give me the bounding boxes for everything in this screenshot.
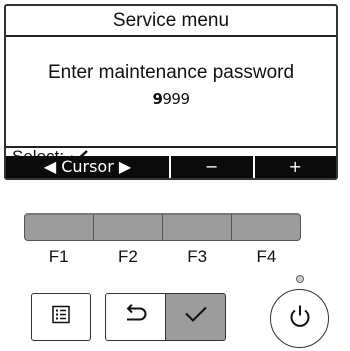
remote-controller: Service menu Enter maintenance password … (0, 0, 350, 351)
screen-title: Service menu (112, 10, 230, 31)
return-button[interactable] (105, 293, 166, 341)
check-icon (184, 306, 208, 329)
function-key-labels: F1 F2 F3 F4 (24, 247, 301, 267)
menu-button[interactable] (31, 293, 91, 341)
function-keys (24, 213, 301, 241)
softkey-bar: ◀ Cursor ▶ − + (6, 156, 336, 178)
confirm-button[interactable] (165, 293, 226, 341)
f3-label: F3 (187, 247, 208, 266)
softkey-minus: − (171, 156, 255, 178)
softkey-plus: + (288, 157, 302, 176)
title-divider (6, 35, 336, 37)
password-digits: 999 (162, 90, 190, 108)
f3-button[interactable] (163, 213, 232, 241)
power-icon (289, 304, 311, 333)
softkey-cursor: ◀ Cursor ▶ (6, 156, 171, 178)
f1-button[interactable] (24, 213, 94, 241)
power-button[interactable] (270, 289, 329, 348)
menu-list-icon (52, 305, 70, 329)
password-field[interactable]: 9999 (6, 90, 336, 108)
f4-label: F4 (256, 247, 277, 266)
f1-label: F1 (48, 247, 69, 266)
operation-lamp (296, 275, 304, 283)
lcd-screen: Service menu Enter maintenance password … (4, 4, 338, 180)
password-cursor-digit: 9 (152, 90, 163, 108)
f4-button[interactable] (232, 213, 301, 241)
f2-label: F2 (117, 247, 138, 266)
f2-button[interactable] (94, 213, 163, 241)
return-arrow-icon (123, 303, 149, 330)
password-prompt: Enter maintenance password (47, 62, 295, 83)
